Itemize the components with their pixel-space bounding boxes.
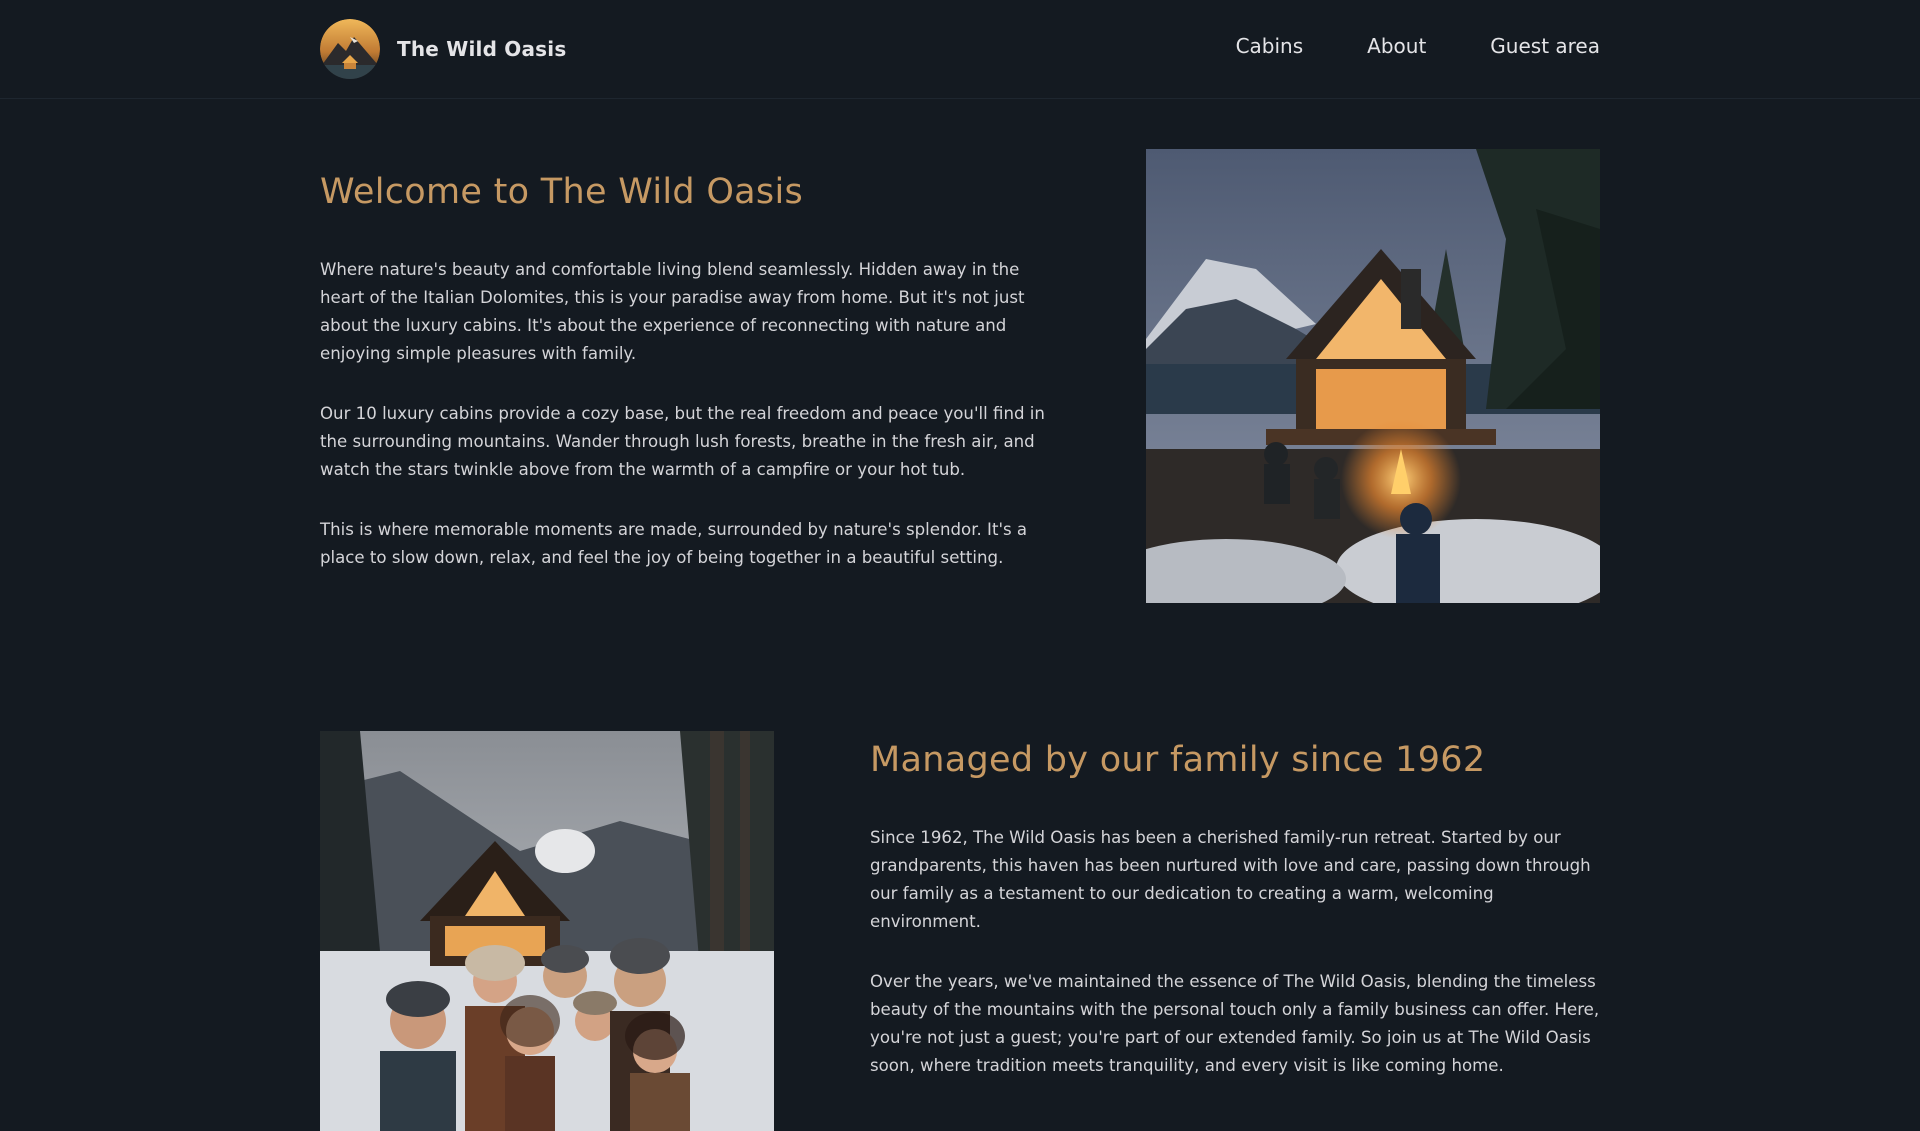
logo-link[interactable]: The Wild Oasis xyxy=(320,19,566,79)
logo-image xyxy=(320,19,380,79)
nav-link-guest-area[interactable]: Guest area xyxy=(1490,34,1600,58)
nav-link-cabins[interactable]: Cabins xyxy=(1236,34,1304,58)
welcome-section: Welcome to The Wild Oasis Where nature's… xyxy=(320,172,1055,604)
site-header: The Wild Oasis Cabins About Guest area xyxy=(0,0,1920,99)
cabin-campfire-image xyxy=(1146,149,1600,603)
welcome-title: Welcome to The Wild Oasis xyxy=(320,172,804,212)
welcome-paragraph: Our 10 luxury cabins provide a cozy base… xyxy=(320,404,1045,479)
family-section: Managed by our family since 1962 Since 1… xyxy=(870,740,1605,1112)
family-paragraph: Over the years, we've maintained the ess… xyxy=(870,972,1600,1075)
brand-name: The Wild Oasis xyxy=(397,37,567,61)
nav-link-about[interactable]: About xyxy=(1367,34,1426,58)
family-photo-image xyxy=(320,731,774,1131)
welcome-paragraph: This is where memorable moments are made… xyxy=(320,520,1028,567)
welcome-paragraph: Where nature's beauty and comfortable li… xyxy=(320,260,1025,363)
family-title: Managed by our family since 1962 xyxy=(870,740,1486,780)
family-paragraph: Since 1962, The Wild Oasis has been a ch… xyxy=(870,828,1591,931)
main-nav: Cabins About Guest area xyxy=(1236,34,1600,58)
